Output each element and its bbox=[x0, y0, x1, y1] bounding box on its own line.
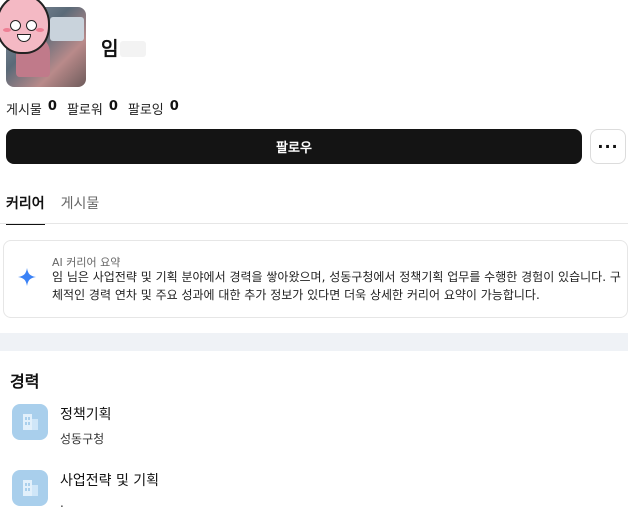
career-org: 성동구청 bbox=[60, 432, 105, 446]
building-icon bbox=[12, 404, 48, 440]
stat-following[interactable]: 팔로잉 0 bbox=[128, 99, 179, 118]
building-icon bbox=[12, 470, 48, 506]
career-section-title: 경력 bbox=[10, 372, 40, 391]
profile-stats: 게시물 0 팔로워 0 팔로잉 0 bbox=[6, 99, 179, 118]
tab-posts[interactable]: 게시물 bbox=[61, 193, 100, 225]
career-role: 정책기획 bbox=[60, 407, 112, 423]
sparkle-icon bbox=[18, 268, 36, 286]
section-separator bbox=[0, 333, 628, 351]
stat-followers[interactable]: 팔로워 0 bbox=[67, 99, 118, 118]
career-item[interactable]: 사업전략 및 기획 . bbox=[12, 470, 159, 510]
follow-button[interactable]: 팔로우 bbox=[6, 129, 582, 164]
career-org: . bbox=[60, 496, 64, 510]
tab-career[interactable]: 커리어 bbox=[6, 193, 45, 225]
career-role: 사업전략 및 기획 bbox=[60, 473, 160, 489]
tab-divider bbox=[0, 223, 628, 224]
summary-text: 임 님은 사업전략 및 기획 분야에서 경력을 쌓아왔으며, 성동구청에서 정책… bbox=[52, 270, 621, 302]
ai-career-summary-card: AI 커리어 요약 임 님은 사업전략 및 기획 분야에서 경력을 쌓아왔으며,… bbox=[3, 240, 628, 318]
profile-tabs: 커리어 게시물 bbox=[6, 193, 99, 225]
more-options-button[interactable]: ··· bbox=[590, 129, 626, 164]
stat-posts[interactable]: 게시물 0 bbox=[6, 99, 57, 118]
sticker-face-icon bbox=[0, 0, 50, 54]
profile-name: 임 bbox=[101, 34, 147, 61]
career-item[interactable]: 정책기획 성동구청 bbox=[12, 404, 112, 447]
